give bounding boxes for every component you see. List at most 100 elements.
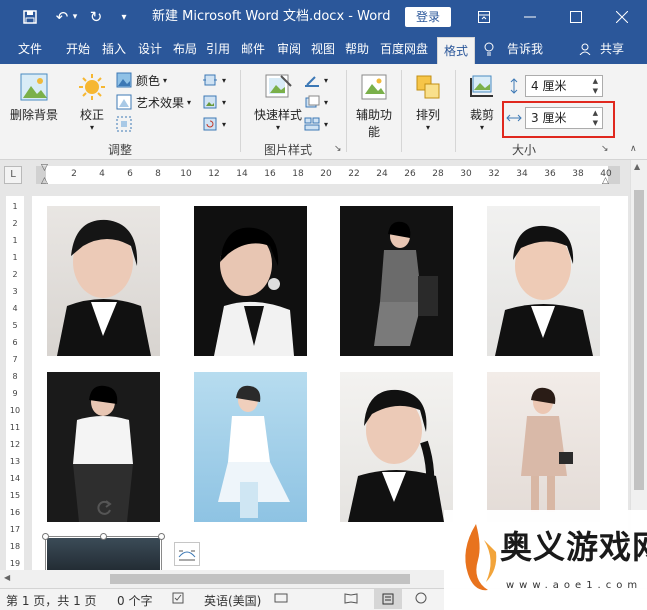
reset-picture-button[interactable]: ▾: [202, 114, 226, 134]
undo-dropdown-icon[interactable]: ▾: [68, 0, 82, 34]
vertical-ruler-tick-label: 14: [9, 474, 21, 483]
arrange-button[interactable]: 排列 ▾: [404, 72, 452, 132]
vertical-ruler-tick-label: 11: [9, 423, 21, 432]
photo-7[interactable]: [340, 372, 453, 522]
vertical-ruler-tick-label: 9: [12, 389, 18, 398]
first-line-indent-marker[interactable]: ▽: [41, 163, 48, 173]
customize-quick-access-icon[interactable]: ▾: [110, 0, 138, 34]
page-count[interactable]: 第 1 页，共 1 页: [6, 592, 97, 609]
resize-handle-top-left[interactable]: [42, 533, 49, 540]
tab-insert[interactable]: 插入: [96, 34, 132, 64]
change-picture-button[interactable]: ▾: [202, 92, 226, 112]
ruler-tick-label: 16: [264, 169, 276, 179]
web-layout-icon[interactable]: [414, 592, 428, 607]
photo-6[interactable]: [194, 372, 307, 522]
scrollbar-thumb[interactable]: [634, 190, 644, 490]
dialog-launcher-icon[interactable]: ↘: [334, 144, 342, 154]
picture-effects-button[interactable]: ▾: [304, 92, 328, 112]
quick-styles-label: 快速样式: [253, 108, 302, 122]
alt-text-button[interactable]: 辅助功 能: [350, 72, 398, 140]
ruler-tick-label: 12: [208, 169, 220, 179]
resize-handle-top[interactable]: [100, 533, 107, 540]
scroll-left-icon[interactable]: ◀: [4, 573, 10, 582]
tab-layout[interactable]: 布局: [168, 34, 202, 64]
ruler-tick-label: 34: [516, 169, 528, 179]
track-changes-icon[interactable]: [274, 592, 288, 607]
maximize-icon[interactable]: [554, 0, 598, 34]
remove-background-button[interactable]: 删除背景: [6, 72, 62, 123]
read-mode-icon[interactable]: [344, 592, 358, 607]
share-person-icon[interactable]: [576, 34, 594, 64]
picture-border-button[interactable]: ▾: [304, 70, 328, 90]
picture-border-dropdown-icon: ▾: [324, 75, 329, 85]
tab-home[interactable]: 开始: [60, 34, 96, 64]
spinner-arrows-icon[interactable]: ▲ ▼: [593, 76, 598, 96]
quick-styles-dropdown-icon: ▾: [275, 123, 280, 132]
resize-handle-top-right[interactable]: [158, 533, 165, 540]
artistic-effects-button[interactable]: 艺术效果 ▾: [116, 92, 191, 112]
photo-4[interactable]: [487, 206, 600, 356]
login-button[interactable]: 登录: [405, 7, 451, 27]
shape-height-input[interactable]: 4 厘米 ▲ ▼: [525, 75, 603, 97]
photo-1[interactable]: [47, 206, 160, 356]
transparency-button[interactable]: [116, 114, 136, 134]
corrections-button[interactable]: 校正 ▾: [70, 72, 114, 132]
word-count[interactable]: 0 个字: [117, 592, 152, 609]
lightbulb-icon[interactable]: [480, 34, 498, 64]
picture-border-icon: [304, 72, 320, 88]
language-indicator[interactable]: 英语(美国): [204, 592, 261, 609]
tab-review[interactable]: 审阅: [272, 34, 306, 64]
ruler-tick-label: 2: [71, 169, 77, 179]
tab-baidu-netdisk[interactable]: 百度网盘: [374, 34, 434, 64]
left-indent-marker[interactable]: △: [41, 176, 48, 186]
ruler-tick-label: 8: [155, 169, 161, 179]
layout-options-icon[interactable]: [174, 542, 200, 566]
tab-help[interactable]: 帮助: [340, 34, 374, 64]
color-label: 颜色: [136, 73, 161, 88]
close-icon[interactable]: [600, 0, 644, 34]
alt-text-label-line2: 能: [367, 125, 380, 139]
watermark-logo-icon: [465, 524, 497, 591]
share-button[interactable]: 共享: [594, 34, 630, 64]
vertical-ruler-tick-label: 15: [9, 491, 21, 500]
photo-8[interactable]: [487, 372, 600, 522]
tab-design[interactable]: 设计: [132, 34, 168, 64]
right-indent-marker[interactable]: △: [602, 176, 609, 186]
compress-pictures-icon: [202, 72, 218, 88]
scroll-up-icon[interactable]: ▲: [634, 162, 640, 171]
remove-background-label: 删除背景: [9, 108, 58, 122]
rotate-handle-icon[interactable]: [94, 498, 114, 518]
color-button[interactable]: 颜色 ▾: [116, 70, 167, 90]
tab-view[interactable]: 视图: [306, 34, 340, 64]
vertical-ruler: 1 2 1 1 2 3 4 5 6 7 8 9 10 11 12 13 14 15 16 17 18 19: [0, 188, 30, 570]
collapse-ribbon-icon[interactable]: ∧: [630, 144, 637, 154]
title-bar: ↶ ▾ ↻ ▾ 新建 Microsoft Word 文档.docx - Word…: [0, 0, 647, 34]
quick-styles-button[interactable]: 快速样式 ▾: [248, 72, 308, 132]
ribbon-panel: 删除背景 校正 ▾ 颜色 ▾ 艺术效果 ▾ ▾ ▾ ▾ 调整 快速样式 ▾ ▾ …: [0, 64, 647, 160]
picture-layout-button[interactable]: ▾: [304, 114, 328, 134]
photo-3[interactable]: [340, 206, 453, 356]
photo-2[interactable]: [194, 206, 307, 356]
tab-mailings[interactable]: 邮件: [236, 34, 270, 64]
tab-format[interactable]: 格式: [437, 37, 475, 64]
compress-pictures-button[interactable]: ▾: [202, 70, 226, 90]
tab-stop-selector[interactable]: L: [4, 166, 22, 184]
redo-icon[interactable]: ↻: [82, 0, 110, 34]
crop-dropdown-icon: ▾: [479, 123, 484, 132]
proofing-icon[interactable]: [172, 592, 186, 607]
vertical-scrollbar[interactable]: ▲: [630, 160, 647, 570]
ruler-tick-label: 14: [236, 169, 248, 179]
horizontal-ruler: L 2 4 6 8 10 12 14 16 18 20 22 24 26 28 30 32 34 36 38 40 ▽…: [0, 160, 647, 188]
ribbon-display-icon[interactable]: [462, 0, 506, 34]
vertical-ruler-tick-label: 16: [9, 508, 21, 517]
picture-effects-icon: [304, 94, 320, 110]
crop-button[interactable]: 裁剪 ▾: [462, 72, 502, 132]
tab-file[interactable]: 文件: [10, 34, 50, 64]
print-layout-icon[interactable]: [374, 589, 402, 609]
minimize-icon[interactable]: [508, 0, 552, 34]
horizontal-scrollbar-thumb[interactable]: [110, 574, 410, 584]
tell-me-box[interactable]: 告诉我: [502, 34, 548, 64]
tab-references[interactable]: 引用: [202, 34, 234, 64]
size-dialog-launcher-icon[interactable]: ↘: [601, 144, 609, 154]
save-icon[interactable]: [16, 0, 44, 34]
